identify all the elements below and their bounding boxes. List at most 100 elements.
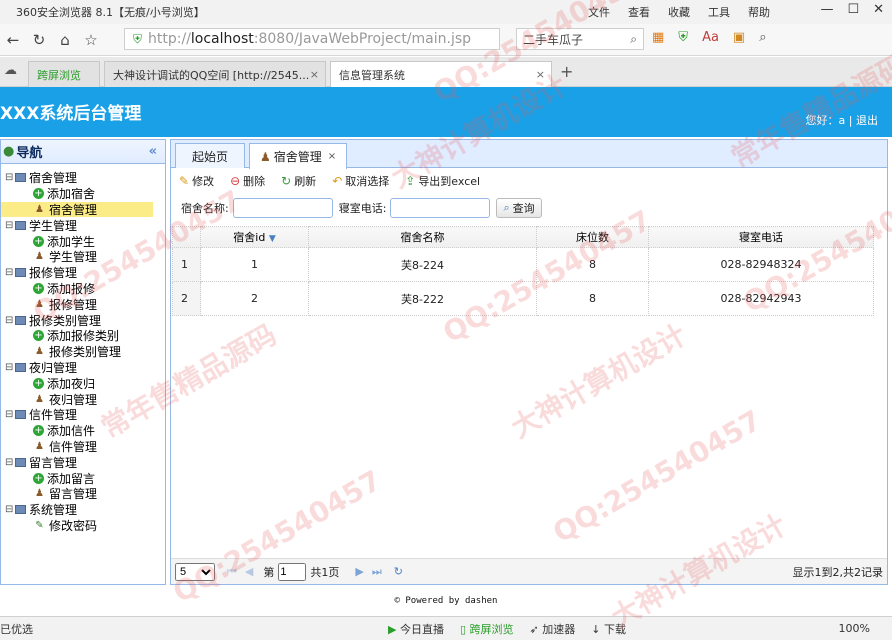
nav-group[interactable]: ⊟ 学生管理 — [1, 217, 165, 233]
shield-ext-icon[interactable]: ⛨ — [678, 30, 688, 45]
download-button[interactable]: ↓ 下载 — [591, 621, 626, 637]
nav-item[interactable]: + 添加报修类别 — [1, 328, 165, 344]
column-header-name[interactable]: 宿舍名称 — [308, 226, 537, 248]
edit-icon: ✎ — [179, 174, 190, 188]
export-excel-button[interactable]: ⇪ 导出到excel — [405, 173, 480, 189]
nav-group-label: 夜归管理 — [29, 360, 78, 375]
menu-view[interactable]: 查看 — [628, 4, 650, 20]
reload-grid-icon[interactable]: ↻ — [394, 565, 403, 578]
deselect-button[interactable]: ↶ 取消选择 — [332, 173, 389, 189]
nav-item[interactable]: + 添加报修 — [1, 281, 165, 297]
nav-group[interactable]: ⊟ 报修类别管理 — [1, 312, 165, 328]
apps-icon[interactable]: ▦ — [652, 30, 664, 45]
prev-page-icon[interactable]: ◀ — [245, 565, 253, 578]
search-icon[interactable]: ⌕ — [630, 32, 637, 47]
nav-item[interactable]: ♟ 夜归管理 — [1, 391, 165, 407]
collapse-toggle-icon[interactable]: ⊟ — [5, 504, 15, 515]
query-button[interactable]: ⌕ 查询 — [496, 198, 542, 218]
close-tab-icon[interactable]: × — [328, 151, 336, 162]
maximize-icon[interactable]: ☐ — [847, 2, 859, 17]
collapse-toggle-icon[interactable]: ⊟ — [5, 315, 15, 326]
user-icon: ♟ — [35, 393, 44, 405]
column-header-beds[interactable]: 床位数 — [536, 226, 649, 248]
nav-item[interactable]: ♟ 宿舍管理 — [1, 201, 153, 218]
table-row[interactable]: 1 1 芙8-224 8 028-82948324 — [172, 247, 874, 282]
logout-link[interactable]: 退出 — [856, 114, 878, 127]
cell-id: 1 — [200, 247, 309, 282]
collapse-toggle-icon[interactable]: ⊟ — [5, 267, 15, 278]
menu-file[interactable]: 文件 — [588, 4, 610, 20]
nav-item[interactable]: ✎ 修改密码 — [1, 518, 165, 534]
close-tab-icon[interactable]: × — [536, 68, 545, 81]
column-header-phone[interactable]: 寝室电话 — [648, 226, 874, 248]
page-size-select[interactable]: 5 — [175, 562, 215, 581]
nav-group[interactable]: ⊟ 宿舍管理 — [1, 170, 165, 186]
cross-screen-button[interactable]: ▯ 跨屏浏览 — [460, 621, 514, 637]
nav-group[interactable]: ⊟ 留言管理 — [1, 454, 165, 470]
zoom-icon[interactable]: ⌕ — [759, 30, 766, 45]
browser-statusbar: 已优选 ▶ 今日直播 ▯ 跨屏浏览 ➶ 加速器 ↓ 下载 100% — [0, 616, 892, 640]
collapse-icon[interactable]: « — [149, 144, 157, 159]
table-row[interactable]: 2 2 芙8-222 8 028-82942943 — [172, 281, 874, 316]
nav-item[interactable]: ♟ 留言管理 — [1, 486, 165, 502]
collapse-toggle-icon[interactable]: ⊟ — [5, 362, 15, 373]
refresh-button[interactable]: ↻ 刷新 — [281, 173, 316, 189]
nav-item[interactable]: + 添加学生 — [1, 233, 165, 249]
user-icon: ♟ — [35, 346, 44, 358]
browser-tab-qq-space[interactable]: 大神设计调试的QQ空间 [http://2545... × — [104, 61, 326, 87]
tab-dorm-management[interactable]: ♟ 宿舍管理 × — [249, 143, 348, 169]
search-box[interactable]: 二手车瓜子 ⌕ — [516, 28, 644, 50]
new-tab-icon[interactable]: + — [560, 62, 573, 81]
address-bar[interactable]: ⛨ http://localhost:8080/JavaWebProject/m… — [124, 28, 500, 50]
nav-group[interactable]: ⊟ 夜归管理 — [1, 360, 165, 376]
folder-icon — [15, 457, 26, 467]
close-icon[interactable]: ✕ — [873, 2, 884, 17]
collapse-toggle-icon[interactable]: ⊟ — [5, 409, 15, 420]
star-icon[interactable]: ☆ — [78, 31, 104, 49]
next-page-icon[interactable]: ▶ — [355, 565, 363, 578]
collapse-toggle-icon[interactable]: ⊟ — [5, 220, 15, 231]
last-page-icon[interactable]: ⏭ — [372, 565, 382, 579]
nav-group[interactable]: ⊟ 报修管理 — [1, 265, 165, 281]
nav-item[interactable]: + 添加信件 — [1, 423, 165, 439]
menu-favorites[interactable]: 收藏 — [668, 4, 690, 20]
tab-label: 宿舍管理 — [273, 150, 322, 164]
minimize-icon[interactable]: — — [820, 2, 833, 17]
nav-item[interactable]: ♟ 报修管理 — [1, 296, 165, 312]
browser-tab-info-system[interactable]: 信息管理系统 × — [330, 61, 552, 87]
font-icon[interactable]: Aa — [702, 30, 719, 45]
tab-home[interactable]: 起始页 — [175, 143, 245, 168]
search-filters: 宿舍名称: 寝室电话: ⌕ 查询 — [181, 198, 542, 218]
home-icon[interactable]: ⌂ — [52, 31, 78, 49]
edit-button[interactable]: ✎ 修改 — [179, 173, 214, 189]
folder-icon — [15, 220, 26, 230]
nav-item[interactable]: + 添加留言 — [1, 470, 165, 486]
column-header-id[interactable]: 宿舍id ▼ — [200, 226, 309, 248]
delete-button[interactable]: ⊖ 删除 — [230, 173, 265, 189]
live-button[interactable]: ▶ 今日直播 — [388, 621, 444, 637]
zoom-level[interactable]: 100% — [839, 622, 870, 635]
browser-menus: 文件 查看 收藏 工具 帮助 — [588, 0, 770, 24]
accelerator-button[interactable]: ➶ 加速器 — [530, 621, 576, 637]
nav-group[interactable]: ⊟ 信件管理 — [1, 407, 165, 423]
menu-help[interactable]: 帮助 — [748, 4, 770, 20]
dorm-name-input[interactable] — [232, 198, 333, 218]
back-icon[interactable]: ← — [0, 31, 26, 49]
nav-item[interactable]: ♟ 报修类别管理 — [1, 344, 165, 360]
close-tab-icon[interactable]: × — [310, 68, 319, 81]
dorm-phone-input[interactable] — [390, 198, 491, 218]
reload-icon[interactable]: ↻ — [26, 31, 52, 49]
nav-group[interactable]: ⊟ 系统管理 — [1, 502, 165, 518]
nav-item[interactable]: + 添加夜归 — [1, 375, 165, 391]
browser-tab-cross-screen[interactable]: 跨屏浏览 — [28, 61, 100, 87]
nav-item[interactable]: + 添加宿舍 — [1, 186, 165, 202]
nav-item[interactable]: ♟ 信件管理 — [1, 439, 165, 455]
menu-tools[interactable]: 工具 — [708, 4, 730, 20]
gift-icon[interactable]: ▣ — [733, 30, 745, 45]
nav-item[interactable]: ♟ 学生管理 — [1, 249, 165, 265]
cloud-icon[interactable]: ☁ — [4, 63, 17, 78]
collapse-toggle-icon[interactable]: ⊟ — [5, 172, 15, 183]
collapse-toggle-icon[interactable]: ⊟ — [5, 457, 15, 468]
first-page-icon[interactable]: ⏮ — [227, 565, 237, 579]
page-number-input[interactable] — [278, 562, 307, 581]
